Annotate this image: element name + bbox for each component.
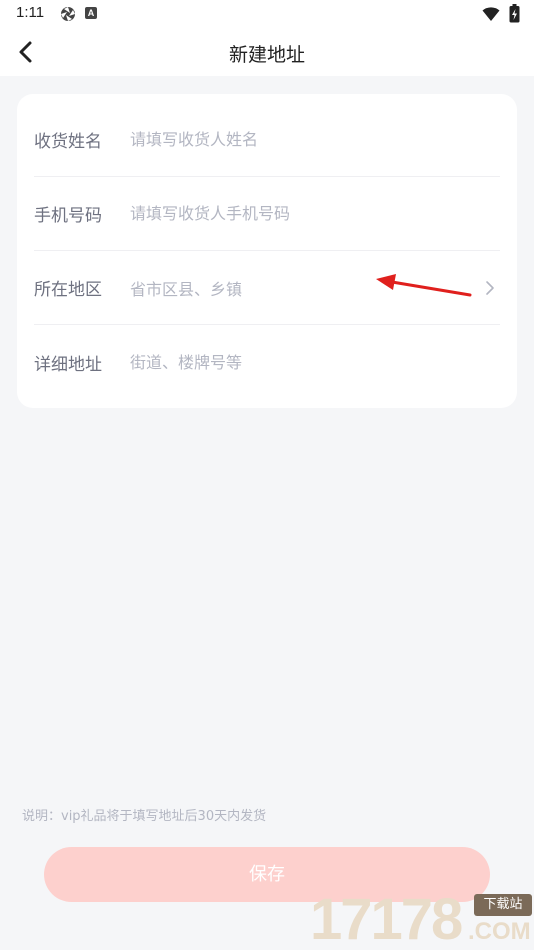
- phone-input[interactable]: [130, 198, 500, 229]
- watermark-logo: 17178 下载站 .COM: [308, 890, 534, 950]
- form-row-detail-address: 详细地址: [34, 325, 500, 399]
- watermark-com: .COM: [468, 918, 531, 945]
- region-picker-row[interactable]: 所在地区 省市区县、乡镇: [34, 251, 500, 325]
- a-badge-icon: A: [85, 7, 97, 19]
- name-input[interactable]: [130, 124, 500, 155]
- chevron-right-icon: [486, 280, 494, 295]
- detail-address-label: 详细地址: [34, 354, 102, 375]
- aperture-icon: [61, 7, 75, 21]
- region-placeholder: 省市区县、乡镇: [130, 279, 243, 299]
- status-bar: 1:11 A: [0, 0, 534, 28]
- delivery-note: 说明：vip礼品将于填写地址后30天内发货: [22, 809, 267, 824]
- wifi-icon: [482, 7, 500, 21]
- address-form-card: 收货姓名 手机号码 所在地区 省市区县、乡镇 详细地址: [17, 94, 517, 408]
- detail-address-input[interactable]: [130, 347, 500, 377]
- page-title: 新建地址: [228, 44, 305, 66]
- watermark-digits: 17178: [310, 887, 463, 950]
- nav-bar: 新建地址: [0, 28, 534, 76]
- form-row-phone: 手机号码: [34, 177, 500, 251]
- battery-charging-icon: [509, 4, 520, 23]
- watermark-tag: 下载站: [474, 894, 532, 916]
- form-row-name: 收货姓名: [34, 103, 500, 177]
- region-label: 所在地区: [34, 280, 102, 300]
- phone-label: 手机号码: [34, 206, 102, 226]
- name-label: 收货姓名: [34, 132, 102, 152]
- status-time: 1:11: [16, 4, 45, 21]
